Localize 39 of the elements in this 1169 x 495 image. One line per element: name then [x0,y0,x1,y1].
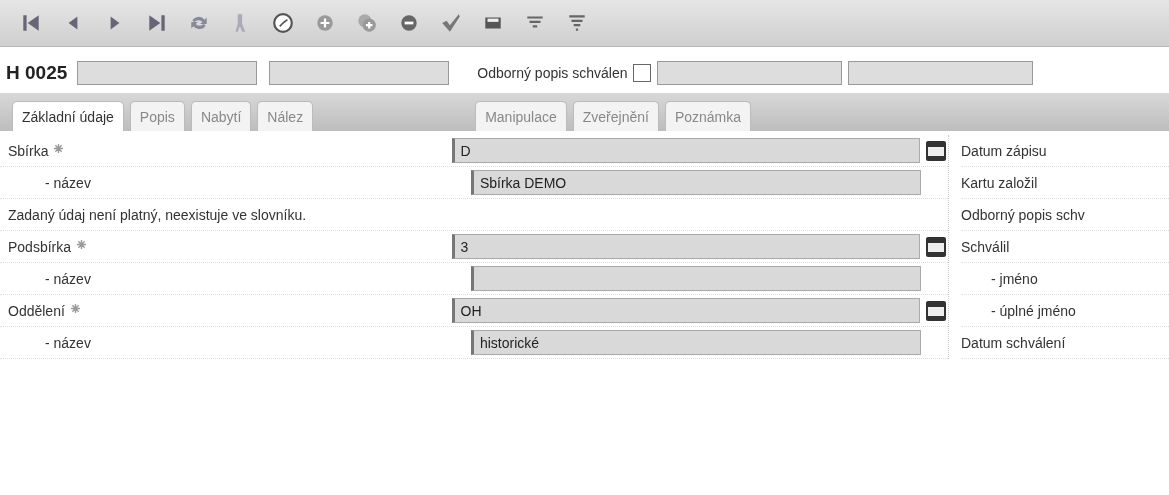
field-label: - název [45,334,91,351]
last-icon[interactable] [146,12,168,34]
calendar-icon[interactable] [924,234,948,259]
input-field[interactable] [657,61,843,85]
input-field[interactable] [848,61,1034,85]
field-label: - úplné jméno [991,302,1076,319]
field-label: Oddělení [8,302,65,319]
remove-icon[interactable] [398,12,420,34]
approval-label: Odborný popis schválen [477,65,628,81]
approval-checkbox[interactable] [633,64,652,82]
field-label: Kartu založil [961,174,1038,191]
field-label: Datum zápisu [961,142,1047,159]
input-field[interactable] [269,61,450,85]
input-field[interactable]: 3 [451,234,920,259]
field-label: Odborný popis schv [961,206,1085,223]
input-field[interactable] [470,266,922,291]
field-label: - název [45,270,91,287]
add-multiple-icon[interactable] [356,12,378,34]
calendar-icon[interactable] [924,298,948,323]
error-message: Zadaný údaj není platný, neexistuje ve slovníku. [7,206,307,223]
field-label: - název [45,174,91,191]
field-label: Datum schválení [961,334,1066,351]
input-field[interactable]: historické [470,330,922,355]
field-label: Sbírka [8,142,49,159]
first-icon[interactable] [20,12,42,34]
input-field[interactable]: D [451,138,920,163]
filter-icon[interactable] [566,12,588,34]
add-icon[interactable] [314,12,336,34]
field-label: Schválil [961,238,1010,255]
field-label: Podsbírka [8,238,72,255]
field-label: - jméno [991,270,1038,287]
input-field[interactable] [77,61,258,85]
input-field[interactable]: OH [451,298,920,323]
tab[interactable]: Základní údaje [12,101,124,131]
calendar-icon[interactable] [924,138,948,163]
record-id: H 0025 [6,62,68,84]
clock-icon[interactable] [272,12,294,34]
check-icon[interactable] [440,12,462,34]
input-field[interactable]: Sbírka DEMO [470,170,922,195]
